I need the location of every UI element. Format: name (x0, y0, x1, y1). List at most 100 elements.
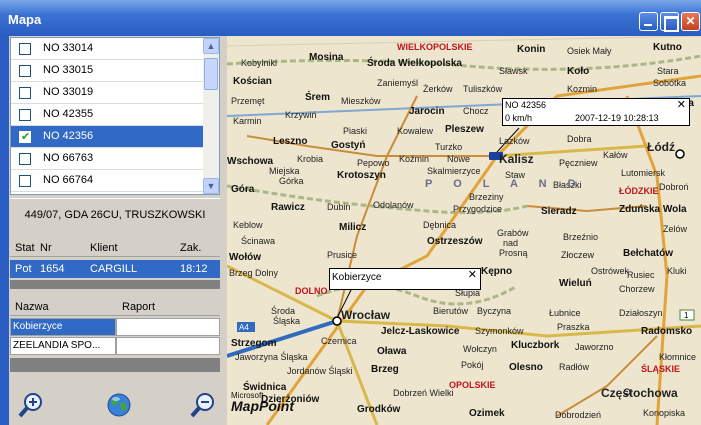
scroll-thumb[interactable] (204, 58, 218, 90)
map-city-label: Przemęt (231, 96, 265, 106)
close-button[interactable]: ✕ (681, 12, 700, 31)
map-city-label: Zduńska Wola (619, 204, 687, 215)
map-city-label: Sobótka (653, 78, 687, 88)
map-city-label: Działoszyn (619, 308, 663, 318)
vehicle-checkbox[interactable] (19, 43, 31, 55)
order-row[interactable]: Pot 1654 CARGILL 18:12 (10, 260, 220, 278)
vehicle-callout-title: NO 42356 (505, 100, 547, 110)
map-city-label: Lazków (499, 136, 530, 146)
map-city-label: Kozmin (567, 84, 598, 94)
left-panel: NO 33014 NO 33015 NO 33019 NO 42355 NO 42356… (9, 36, 222, 425)
vehicle-label: NO 66763 (43, 152, 94, 164)
zoom-out-button[interactable] (189, 391, 217, 419)
mappoint-logo: Microsoft MapPoint (231, 391, 294, 414)
vehicle-list-item[interactable]: NO 66764 (11, 170, 203, 192)
map-city-label: Osiek Mały (567, 46, 612, 56)
scroll-down-button[interactable]: ▼ (203, 178, 219, 194)
map-city-label: Rusiec (627, 270, 655, 280)
col-nazwa[interactable]: Nazwa (15, 301, 49, 313)
place-callout: Kobierzyce ✕ (329, 268, 481, 290)
map-city-label: Dobrodzień (555, 410, 602, 420)
map-city-label: Pepowo (357, 158, 390, 168)
map-city-label: Jaworzno (575, 342, 614, 352)
map-city-label: Przygodzice (453, 204, 503, 214)
maximize-button[interactable] (660, 12, 679, 32)
order-zak: 18:12 (180, 263, 208, 275)
zoom-in-button[interactable] (17, 391, 45, 419)
col-nr[interactable]: Nr (40, 242, 52, 254)
col-zak[interactable]: Zak. (180, 242, 201, 254)
points-grid: Nazwa Raport Kobierzyce ZEELANDIA SPO... (10, 298, 220, 382)
map-city-label: Tuliszków (463, 84, 503, 94)
point-raport-1[interactable] (116, 337, 220, 355)
vehicle-checkbox[interactable] (19, 109, 31, 121)
map-city-label: Śląska (273, 316, 301, 326)
scroll-up-button[interactable]: ▲ (203, 38, 219, 54)
map-city-label: Chocz (463, 106, 489, 116)
globe-button[interactable] (105, 391, 133, 419)
place-callout-close-icon[interactable]: ✕ (468, 268, 477, 281)
map-city-label: Brzeźnio (563, 232, 599, 242)
vehicle-list-item[interactable]: NO 66763 (11, 148, 203, 170)
map-city-label: ŚLĄSKIE (641, 364, 681, 374)
col-stat[interactable]: Stat (15, 242, 35, 254)
vehicle-list-item[interactable]: NO 33019 (11, 82, 203, 104)
map-city-label: Kałów (603, 150, 628, 160)
vehicle-label: NO 42355 (43, 108, 94, 120)
vehicle-checkbox[interactable] (19, 87, 31, 99)
vehicle-list-scrollbar[interactable]: ▲ ▼ (203, 38, 219, 194)
map-city-label: Gostyń (331, 140, 366, 151)
minimize-button[interactable] (639, 12, 658, 31)
map-city-label: Kowalew (397, 126, 434, 136)
map-city-label: Kłomnice (659, 352, 697, 362)
vehicle-list-item[interactable]: NO 42356 (11, 126, 203, 148)
map-city-label: Prusice (327, 250, 358, 260)
map-city-label: Jelcz-Laskowice (381, 326, 460, 337)
vehicle-list-item[interactable]: NO 33015 (11, 60, 203, 82)
vehicle-list-item[interactable]: NO 42355 (11, 104, 203, 126)
map-city-label: Pleszew (445, 124, 484, 135)
vehicle-checkbox[interactable] (19, 175, 31, 187)
window-title: Mapa (8, 12, 42, 27)
point-nazwa-1[interactable]: ZEELANDIA SPO... (10, 337, 116, 355)
map-city-label: Szymonków (475, 326, 524, 336)
vehicle-checkbox[interactable] (19, 65, 31, 77)
map-city-label: WIELKOPOLSKIE (397, 42, 473, 52)
map-view[interactable]: A4 1 WIELKOPOLSKIE Konin Osiek Mały Kutno Ko… (227, 36, 701, 425)
vehicle-callout-close-icon[interactable]: ✕ (677, 98, 686, 111)
svg-text:A4: A4 (239, 323, 249, 332)
vehicle-callout-timestamp: 2007-12-19 10:28:13 (575, 113, 659, 123)
map-city-label: Koźmin (399, 154, 430, 164)
map-city-label: Środa Wielkopolska (367, 58, 462, 69)
map-city-label: Krotoszyn (337, 170, 386, 181)
map-city-label: Keblow (233, 220, 263, 230)
vehicle-checkbox[interactable] (19, 130, 31, 143)
map-city-label: Byczyna (477, 306, 512, 316)
map-city-label: Prosną (499, 248, 528, 258)
map-city-label: Praszka (557, 322, 590, 332)
vehicle-list: NO 33014 NO 33015 NO 33019 NO 42355 NO 42356… (10, 37, 220, 195)
map-city-label: Brzeg Dolny (229, 268, 279, 278)
map-city-label: Wrocław (341, 308, 391, 322)
col-raport[interactable]: Raport (122, 301, 155, 313)
map-city-label: Krzywiń (285, 110, 317, 120)
map-city-label: Ozimek (469, 408, 505, 419)
map-city-label: Grabów (497, 228, 529, 238)
map-city-label: Koło (567, 66, 590, 77)
map-city-label: Dobra (567, 134, 592, 144)
map-city-label: Dobroń (659, 182, 689, 192)
point-nazwa-0[interactable]: Kobierzyce (10, 318, 116, 336)
point-raport-0[interactable] (116, 318, 220, 336)
orders-header: Stat Nr Klient Zak. (10, 239, 220, 257)
mappoint-prefix: Microsoft (231, 391, 264, 400)
col-klient[interactable]: Klient (90, 242, 118, 254)
vehicle-checkbox[interactable] (19, 153, 31, 165)
title-bar[interactable]: Mapa ✕ (0, 0, 701, 36)
maximize-icon (661, 13, 679, 32)
window-frame-left (0, 36, 9, 425)
map-city-label: Dubin (327, 202, 351, 212)
map-city-label: Ostrzeszów (427, 236, 483, 247)
map-city-label: DOLNO (295, 286, 328, 296)
zoom-in-icon (18, 393, 42, 418)
vehicle-list-item[interactable]: NO 33014 (11, 38, 203, 60)
